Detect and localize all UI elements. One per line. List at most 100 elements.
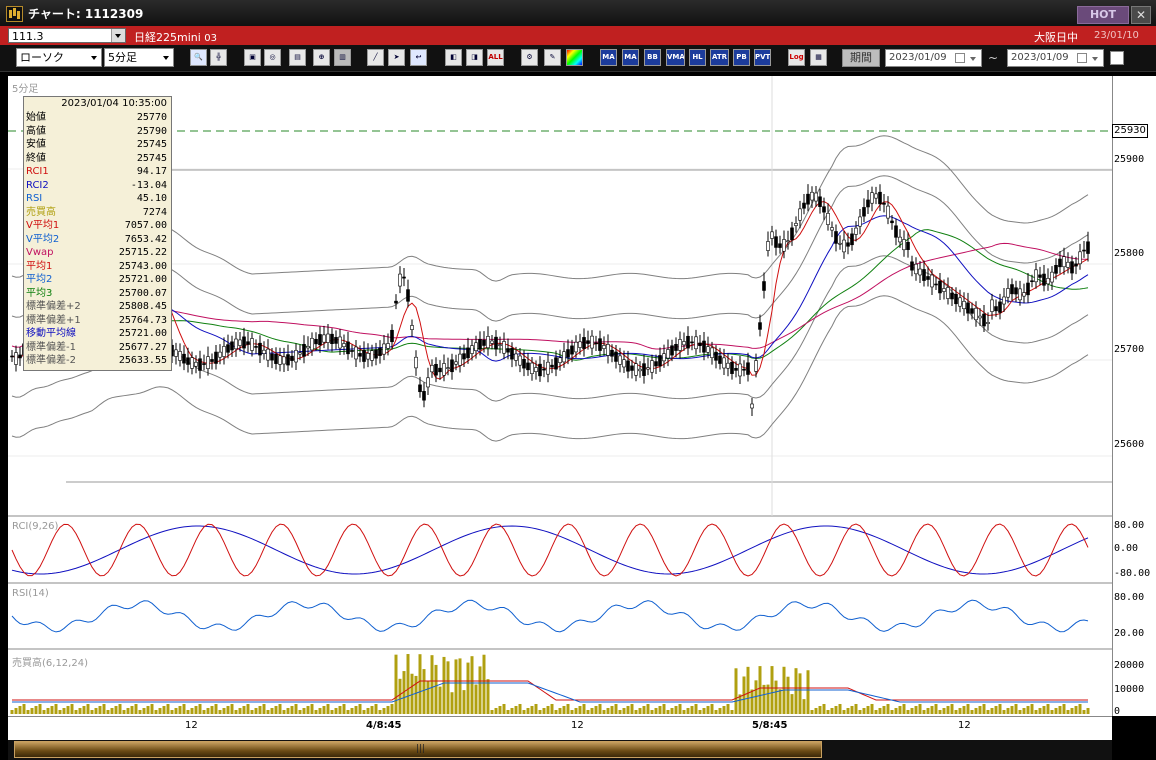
ma2-button[interactable]: MA [622, 49, 639, 66]
candle-body [950, 292, 954, 300]
candle-body [490, 340, 494, 344]
volume-bar [262, 704, 266, 714]
y-tick-label: 25700 [1114, 344, 1145, 355]
volume-bar [554, 710, 558, 714]
volume-bar [706, 706, 710, 714]
hl-button[interactable]: HL [689, 49, 706, 66]
chevron-down-icon[interactable] [967, 51, 980, 65]
candle-body [1082, 249, 1086, 252]
brush-icon[interactable]: ✎ [544, 49, 561, 66]
data-window-value: 25770 [136, 112, 167, 123]
volume-bar [606, 708, 610, 714]
ma-button[interactable]: MA [600, 49, 617, 66]
volume-bar [506, 710, 510, 714]
calendar-icon[interactable] [1077, 53, 1087, 63]
scale-icon[interactable]: ▤ [289, 49, 306, 66]
volume-bar [1018, 710, 1022, 714]
volume-bar [394, 654, 398, 714]
pb-button[interactable]: PB [733, 49, 750, 66]
volume-bar [994, 706, 998, 714]
chart-type-select[interactable]: ローソク [16, 48, 102, 67]
candle-body [502, 341, 506, 354]
candle-body [650, 360, 654, 373]
gray-icon[interactable]: ▥ [334, 49, 351, 66]
pointer-icon[interactable]: ➤ [388, 49, 405, 66]
volume-bar [958, 708, 962, 714]
candle-body [658, 355, 662, 367]
candle-body [742, 368, 746, 371]
chevron-down-icon[interactable] [87, 49, 101, 66]
volume-bar [826, 710, 830, 714]
zoom-icon[interactable]: 🔍 [190, 49, 207, 66]
atr-button[interactable]: ATR [710, 49, 729, 66]
volume-bar [342, 704, 346, 714]
volume-bar [522, 710, 526, 714]
candle-body [1018, 288, 1022, 301]
candle-body [670, 345, 674, 356]
bb-button[interactable]: BB [644, 49, 661, 66]
volume-bar [758, 666, 762, 714]
volume-bar [190, 708, 194, 714]
volume-bar [966, 704, 970, 714]
candle-body [538, 363, 542, 377]
candle-body [918, 268, 922, 276]
candle-body [486, 336, 490, 349]
volume-bar [118, 704, 122, 714]
candle-body [782, 239, 786, 252]
volume-bar [674, 706, 678, 714]
draw-line-icon[interactable]: ╱ [367, 49, 384, 66]
date-from-input[interactable]: 2023/01/09 [885, 49, 982, 67]
volume-bar [458, 658, 462, 714]
candle-body [926, 276, 930, 280]
data-window-label: 安値 [26, 139, 46, 150]
volume-bar [638, 708, 642, 714]
chart-canvas[interactable] [8, 76, 1112, 716]
candle-body [914, 263, 918, 275]
volume-bar [670, 708, 674, 714]
palette-icon[interactable] [566, 49, 583, 66]
vma-button[interactable]: VMA [666, 49, 685, 66]
period-button[interactable]: 期間 [842, 49, 880, 67]
chevron-down-icon[interactable] [111, 29, 125, 42]
data-window-label: 始値 [26, 112, 46, 123]
period-checkbox[interactable] [1110, 51, 1124, 65]
split-icon[interactable]: ⊕ [313, 49, 330, 66]
candle-body [238, 339, 242, 346]
candle-body [598, 338, 602, 351]
candle-left-icon[interactable]: ◧ [445, 49, 462, 66]
panel-icon[interactable]: ▦ [810, 49, 827, 66]
date-to-input[interactable]: 2023/01/09 [1007, 49, 1104, 67]
marker-icon[interactable]: ▣ [244, 49, 261, 66]
data-window-value: 25808.45 [118, 301, 167, 312]
symbol-select[interactable]: 111.3 [8, 28, 126, 43]
candle-body [798, 208, 802, 221]
interval-select[interactable]: 5分足 [104, 48, 174, 67]
hot-button[interactable]: HOT [1077, 6, 1129, 24]
pvt-button[interactable]: PVT [754, 49, 771, 66]
data-window-value: 25700.07 [118, 287, 167, 299]
candle-right-icon[interactable]: ◨ [466, 49, 483, 66]
undo-icon[interactable]: ↩ [410, 49, 427, 66]
candle-body [966, 302, 970, 314]
search-zoom-icon[interactable]: ◎ [264, 49, 281, 66]
volume-bar [830, 708, 834, 714]
volume-bar [74, 710, 78, 714]
all-button[interactable]: ALL [487, 49, 504, 66]
volume-bar [662, 704, 666, 714]
crosshair-icon[interactable]: ╬ [210, 49, 227, 66]
candle-body [706, 346, 710, 353]
volume-bar [362, 710, 366, 714]
gear-icon[interactable]: ⚙ [521, 49, 538, 66]
volume-bar [194, 706, 198, 714]
candle-body [846, 242, 850, 247]
close-icon[interactable]: ✕ [1131, 6, 1151, 24]
candle-body [954, 293, 958, 305]
log-button[interactable]: Log [788, 49, 805, 66]
calendar-icon[interactable] [955, 53, 965, 63]
chevron-down-icon[interactable] [159, 49, 173, 66]
volume-bar [186, 710, 190, 714]
candle-body [838, 242, 842, 245]
candle-body [754, 360, 758, 372]
data-window-value: 45.10 [136, 193, 167, 204]
chevron-down-icon[interactable] [1089, 51, 1102, 65]
